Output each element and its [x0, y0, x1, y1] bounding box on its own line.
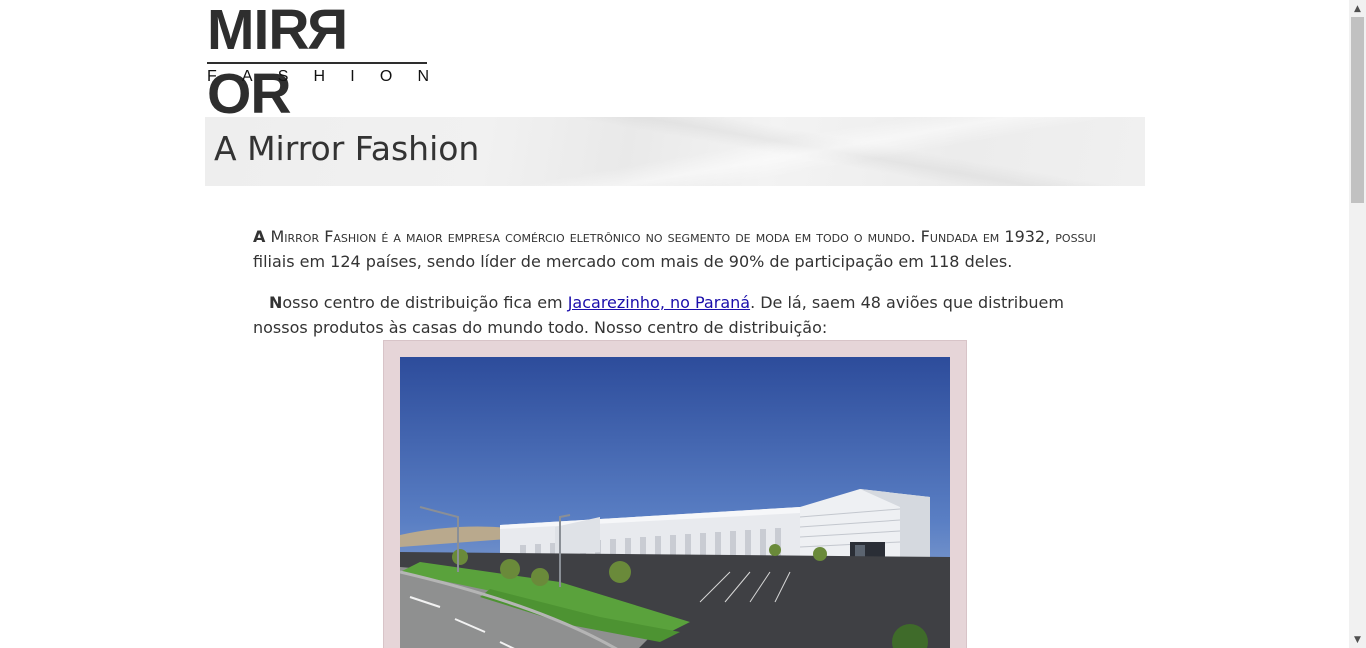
- warehouse-image: [400, 357, 950, 648]
- distribution-center-figure: [383, 340, 967, 648]
- vertical-scrollbar[interactable]: ▲ ▼: [1349, 0, 1366, 648]
- page: MIRROR F A S H I O N A Mirror Fashion A …: [0, 0, 1349, 648]
- intro-small-caps: A Mirror Fashion é a maior empresa comér…: [253, 227, 1096, 246]
- logo-divider: [207, 62, 427, 64]
- logo-subtitle: F A S H I O N: [207, 68, 429, 85]
- scrollbar-thumb[interactable]: [1351, 17, 1364, 203]
- title-banner: A Mirror Fashion: [205, 117, 1145, 186]
- mirror-fashion-logo[interactable]: MIRROR F A S H I O N: [207, 0, 429, 126]
- dropcap-letter: N: [269, 293, 283, 312]
- distribution-paragraph: Nosso centro de distribuição fica em Jac…: [253, 293, 1064, 337]
- scroll-down-arrow-icon[interactable]: ▼: [1349, 631, 1366, 648]
- scroll-up-arrow-icon[interactable]: ▲: [1349, 0, 1366, 17]
- intro-paragraph: A Mirror Fashion é a maior empresa comér…: [253, 224, 1103, 274]
- intro-rest: filiais em 124 países, sendo líder de me…: [253, 252, 1013, 271]
- location-link[interactable]: Jacarezinho, no Paraná: [568, 293, 750, 312]
- page-title: A Mirror Fashion: [214, 129, 480, 168]
- distribution-center-photo: [400, 357, 950, 648]
